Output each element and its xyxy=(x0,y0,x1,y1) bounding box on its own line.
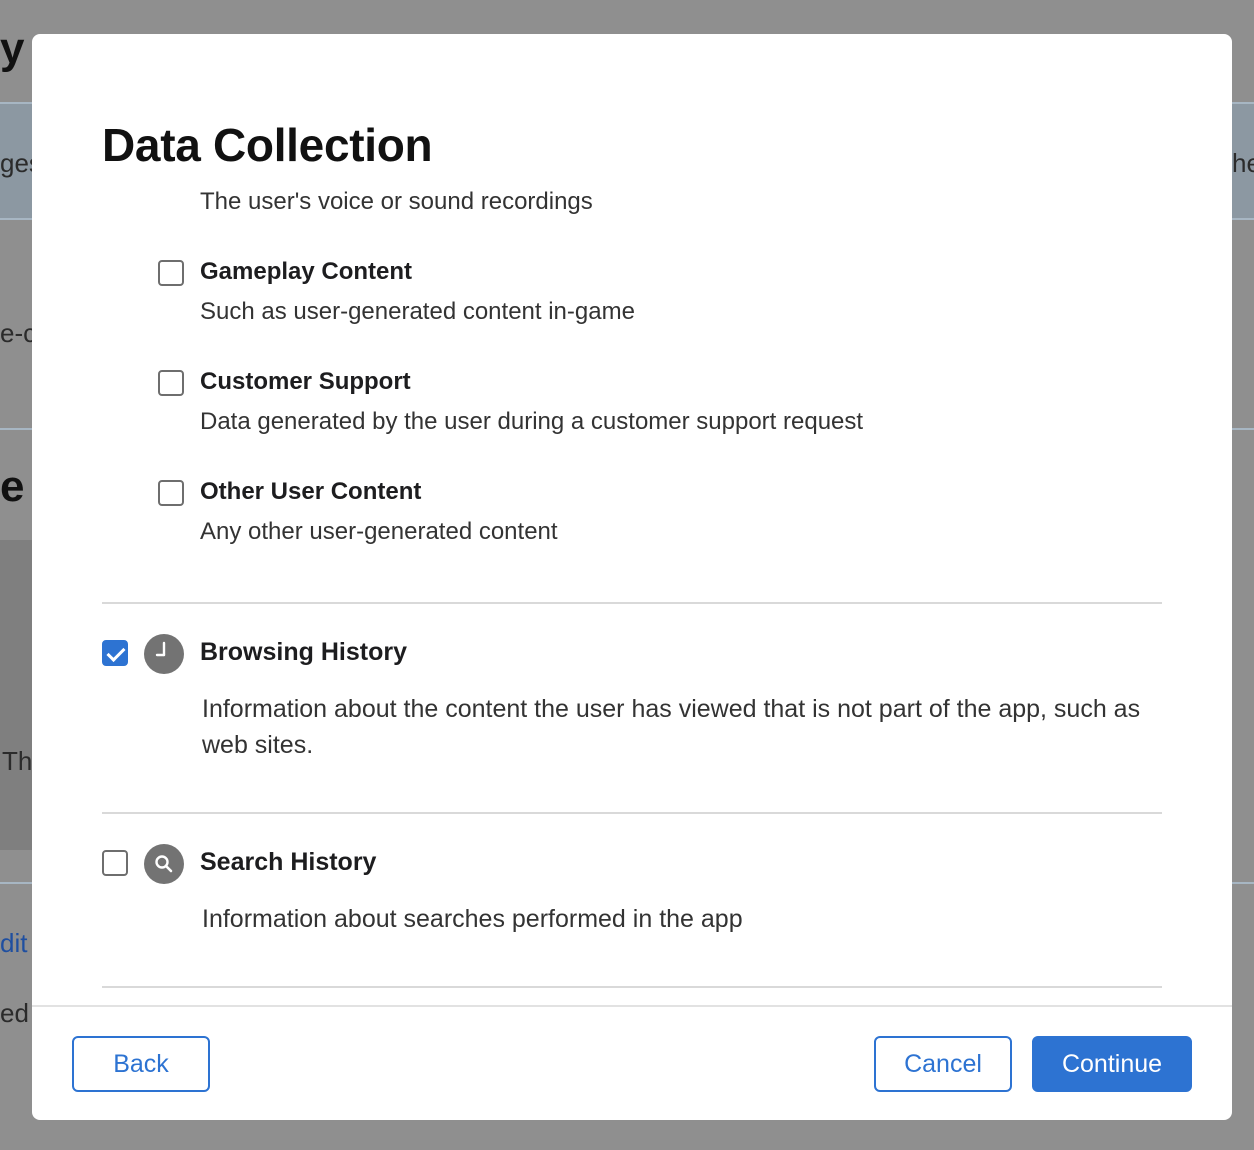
section-divider xyxy=(102,812,1162,814)
bg-fragment: Th xyxy=(2,746,33,776)
bg-fragment: dit xyxy=(0,928,28,958)
bg-fragment: ed xyxy=(0,998,29,1028)
browsing-history-description: Information about the content the user h… xyxy=(202,695,1141,759)
search-history-label: Search History xyxy=(200,848,377,876)
checkbox-browsing-history[interactable] xyxy=(102,640,128,666)
continue-button[interactable]: Continue xyxy=(1032,1036,1192,1092)
partial-item-description: The user's voice or sound recordings xyxy=(200,188,593,215)
data-collection-dialog: Data Collection The user's voice or soun… xyxy=(32,34,1232,1120)
footer-divider xyxy=(32,1005,1232,1007)
back-button[interactable]: Back xyxy=(72,1036,210,1092)
customer-support-description: Data generated by the user during a cust… xyxy=(200,408,864,435)
bg-fragment: e-c xyxy=(0,318,37,348)
bg-panel xyxy=(0,540,32,850)
checkbox-customer-support[interactable] xyxy=(158,370,184,396)
checkbox-search-history[interactable] xyxy=(102,850,128,876)
other-user-content-description: Any other user-generated content xyxy=(200,518,558,545)
gameplay-content-description: Such as user-generated content in-game xyxy=(200,298,635,325)
browsing-history-label: Browsing History xyxy=(200,638,407,666)
search-history-description: Information about searches performed in … xyxy=(202,905,743,933)
magnifier-icon xyxy=(144,844,184,884)
clock-icon xyxy=(144,634,184,674)
cancel-button[interactable]: Cancel xyxy=(874,1036,1012,1092)
customer-support-label: Customer Support xyxy=(200,368,411,395)
gameplay-content-label: Gameplay Content xyxy=(200,258,413,285)
other-user-content-label: Other User Content xyxy=(200,478,422,505)
bg-fragment: he xyxy=(1232,148,1254,178)
bg-fragment: y xyxy=(0,24,25,73)
dialog-title: Data Collection xyxy=(102,119,433,171)
section-divider xyxy=(102,602,1162,604)
section-divider xyxy=(102,986,1162,988)
checkbox-gameplay-content[interactable] xyxy=(158,260,184,286)
checkbox-other-user-content[interactable] xyxy=(158,480,184,506)
